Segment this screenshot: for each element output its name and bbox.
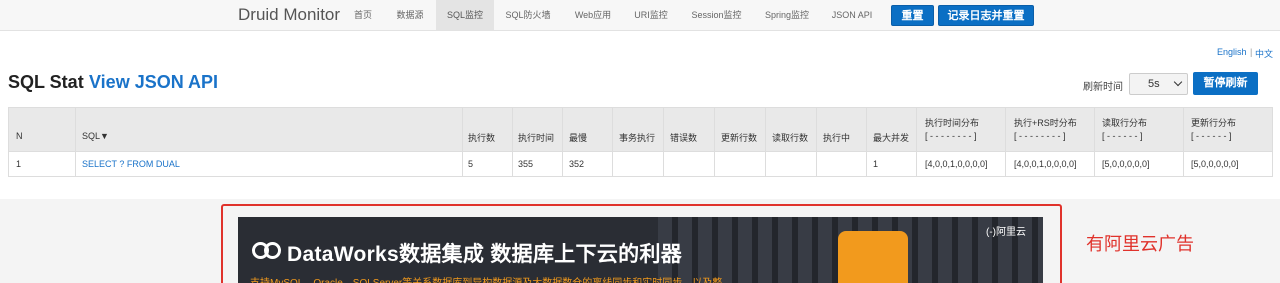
cell-update-rows-dist: [5,0,0,0,0,0]	[1191, 159, 1239, 169]
column-divider	[714, 108, 715, 176]
column-divider	[562, 108, 563, 176]
header-divider	[9, 151, 1272, 152]
header-update-rows-dist[interactable]: 更新行分布	[1191, 116, 1236, 129]
chevron-down-icon	[1173, 77, 1183, 87]
cell-exec-time: 355	[518, 159, 534, 169]
header-slowest[interactable]: 最慢	[569, 131, 587, 144]
column-divider	[816, 108, 817, 176]
brand-title[interactable]: Druid Monitor	[238, 4, 340, 26]
column-divider	[1005, 108, 1006, 176]
header-exec-rs-dist[interactable]: 执行+RS时分布	[1014, 116, 1077, 129]
column-divider	[1094, 108, 1095, 176]
column-divider	[1183, 108, 1184, 176]
sql-stat-table: N SQL▼ 执行数 执行时间 最慢 事务执行 错误数 更新行数 读取行数 执行…	[8, 107, 1273, 177]
nav-item-web-app[interactable]: Web应用	[570, 0, 616, 30]
column-divider	[916, 108, 917, 176]
refresh-interval-value: 5s	[1148, 78, 1160, 90]
column-divider	[663, 108, 664, 176]
column-divider	[512, 108, 513, 176]
cell-n: 1	[16, 159, 22, 169]
table-header	[9, 108, 1272, 151]
cell-slowest: 352	[569, 159, 585, 169]
header-update-rows[interactable]: 更新行数	[721, 131, 757, 144]
nav-item-sql-firewall[interactable]: SQL防火墙	[502, 0, 554, 30]
cell-read-rows-dist: [5,0,0,0,0,0]	[1102, 159, 1150, 169]
header-exec-time-dist-sub: [ - - - - - - - - ]	[925, 131, 977, 141]
header-sql-sort[interactable]: SQL▼	[82, 131, 109, 141]
column-divider	[866, 108, 867, 176]
language-chinese-link[interactable]: 中文	[1255, 47, 1273, 60]
nav-item-session-monitor[interactable]: Session监控	[688, 0, 745, 30]
nav-item-home[interactable]: 首页	[350, 0, 376, 30]
top-navbar: Druid Monitor 首页 数据源 SQL监控 SQL防火墙 Web应用 …	[0, 0, 1280, 31]
reset-button[interactable]: 重置	[891, 5, 934, 26]
column-divider	[765, 108, 766, 176]
header-max-concurrent[interactable]: 最大并发	[873, 131, 909, 144]
column-divider	[462, 108, 463, 176]
refresh-interval-select[interactable]: 5s	[1129, 73, 1188, 95]
header-n: N	[16, 131, 23, 141]
ad-highlight-frame	[221, 204, 1062, 283]
header-errors[interactable]: 错误数	[670, 131, 697, 144]
nav-item-uri-monitor[interactable]: URI监控	[630, 0, 672, 30]
cell-sql-link[interactable]: SELECT ? FROM DUAL	[82, 159, 180, 169]
header-txn-exec[interactable]: 事务执行	[619, 131, 655, 144]
view-json-api-link[interactable]: View JSON API	[89, 72, 218, 93]
nav-item-datasource[interactable]: 数据源	[393, 0, 427, 30]
nav-item-sql-monitor[interactable]: SQL监控	[436, 0, 494, 30]
language-english-link[interactable]: English	[1217, 47, 1247, 57]
cell-exec-count: 5	[468, 159, 474, 169]
header-read-rows[interactable]: 读取行数	[772, 131, 808, 144]
header-update-rows-dist-sub: [ - - - - - - ]	[1191, 131, 1232, 141]
header-exec-time[interactable]: 执行时间	[518, 131, 554, 144]
cell-max-concurrent: 1	[873, 159, 879, 169]
page-title: SQL Stat	[8, 72, 84, 92]
cell-exec-rs-dist: [4,0,0,1,0,0,0,0]	[1014, 159, 1077, 169]
header-exec-time-dist[interactable]: 执行时间分布	[925, 116, 979, 129]
nav-item-json-api[interactable]: JSON API	[827, 0, 877, 30]
header-exec-rs-dist-sub: [ - - - - - - - - ]	[1014, 131, 1066, 141]
language-separator: |	[1250, 47, 1253, 57]
ad-annotation: 有阿里云广告	[1086, 234, 1194, 254]
cell-exec-time-dist: [4,0,0,1,0,0,0,0]	[925, 159, 988, 169]
log-and-reset-button[interactable]: 记录日志并重置	[938, 5, 1034, 26]
header-read-rows-dist[interactable]: 读取行分布	[1102, 116, 1147, 129]
header-running[interactable]: 执行中	[823, 131, 850, 144]
header-exec-count[interactable]: 执行数	[468, 131, 495, 144]
pause-refresh-button[interactable]: 暂停刷新	[1193, 72, 1258, 95]
column-divider	[75, 108, 76, 176]
refresh-interval-label: 刷新时间	[1083, 82, 1123, 93]
nav-item-spring-monitor[interactable]: Spring监控	[761, 0, 813, 30]
column-divider	[612, 108, 613, 176]
header-read-rows-dist-sub: [ - - - - - - ]	[1102, 131, 1143, 141]
